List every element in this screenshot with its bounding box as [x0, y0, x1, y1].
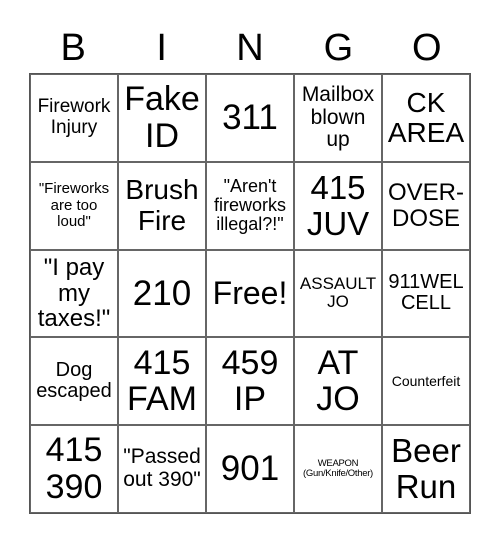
bingo-header: B I N G O	[29, 26, 471, 70]
bingo-cell[interactable]: AT JO	[294, 337, 382, 426]
header-letter-o: O	[412, 27, 442, 69]
bingo-cell[interactable]: "I pay my taxes!"	[30, 249, 118, 338]
bingo-cell[interactable]: 210	[118, 249, 206, 338]
bingo-cell[interactable]: OVER- DOSE	[382, 161, 470, 250]
bingo-cell[interactable]: Counterfeit	[382, 337, 470, 426]
bingo-cell[interactable]: Mailbox blown up	[294, 74, 382, 162]
bingo-cell[interactable]: Fake ID	[118, 74, 206, 162]
bingo-cell[interactable]: 459 IP	[206, 337, 294, 426]
bingo-cell[interactable]: 415 FAM	[118, 337, 206, 426]
bingo-cell[interactable]: 911WEL CELL	[382, 249, 470, 338]
header-letter-g: G	[323, 27, 354, 69]
free-space[interactable]: Free!	[206, 249, 294, 338]
bingo-cell[interactable]: WEAPON (Gun/Knife/Other)	[294, 425, 382, 513]
header-letter-b: B	[60, 27, 86, 69]
bingo-cell[interactable]: "Fireworks are too loud"	[30, 161, 118, 250]
bingo-cell[interactable]: "Aren't fireworks illegal?!"	[206, 161, 294, 250]
bingo-cell[interactable]: 415 390	[30, 425, 118, 513]
header-letter-n: N	[236, 27, 264, 69]
bingo-cell[interactable]: 415 JUV	[294, 161, 382, 250]
bingo-cell[interactable]: Firework Injury	[30, 74, 118, 162]
bingo-cell[interactable]: Beer Run	[382, 425, 470, 513]
bingo-cell[interactable]: Dog escaped	[30, 337, 118, 426]
bingo-cell[interactable]: 901	[206, 425, 294, 513]
header-letter-i: I	[156, 27, 167, 69]
bingo-grid: Firework Injury Fake ID 311 Mailbox blow…	[29, 73, 471, 514]
bingo-cell[interactable]: Brush Fire	[118, 161, 206, 250]
bingo-cell[interactable]: ASSAULT JO	[294, 249, 382, 338]
bingo-cell[interactable]: "Passed out 390"	[118, 425, 206, 513]
bingo-cell[interactable]: CK AREA	[382, 74, 470, 162]
bingo-cell[interactable]: 311	[206, 74, 294, 162]
